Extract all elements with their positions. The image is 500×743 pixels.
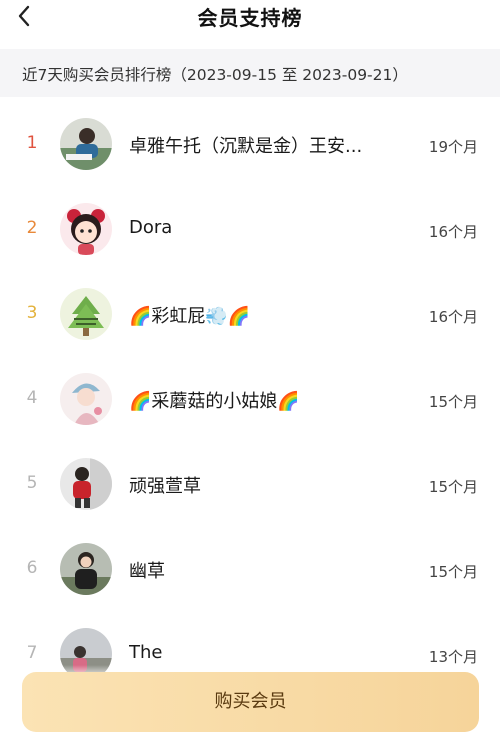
member-months: 15个月	[428, 563, 478, 581]
rank-number: 2	[26, 218, 38, 238]
member-months: 19个月	[428, 138, 478, 156]
member-name: 卓雅午托（沉默是金）王安...	[129, 136, 363, 157]
page-title: 会员支持榜	[197, 6, 303, 30]
illustrated-girl-avatar-image	[60, 373, 112, 425]
member-name: 幽草	[129, 561, 165, 582]
rank-number: 6	[26, 558, 38, 578]
avatar[interactable]	[60, 458, 112, 510]
child-photo-avatar-image	[60, 458, 112, 510]
avatar[interactable]	[60, 373, 112, 425]
ranking-row[interactable]: 5 顽强萱草 15个月	[0, 437, 500, 522]
rank-number: 5	[26, 473, 38, 493]
buy-membership-button[interactable]: 购买会员	[22, 672, 479, 732]
member-name: 🌈彩虹屁💨🌈	[129, 306, 251, 327]
child-photo-avatar-image	[60, 118, 112, 170]
member-name: 🌈采蘑菇的小姑娘🌈	[129, 391, 300, 412]
ranking-row[interactable]: 4 🌈采蘑菇的小姑娘🌈 15个月	[0, 352, 500, 437]
member-name: The	[129, 642, 163, 663]
avatar[interactable]	[60, 203, 112, 255]
member-months: 15个月	[428, 393, 478, 411]
member-months: 13个月	[428, 648, 478, 666]
ranking-row[interactable]: 2 Dora 16个月	[0, 182, 500, 267]
ranking-row[interactable]: 1 卓雅午托（沉默是金）王安... 19个月	[0, 97, 500, 182]
rank-number: 4	[26, 388, 38, 408]
member-name: Dora	[129, 217, 173, 238]
rank-number: 7	[26, 643, 38, 663]
ranking-row[interactable]: 6 幽草 15个月	[0, 522, 500, 607]
member-name: 顽强萱草	[129, 476, 201, 497]
date-range-text: 近7天购买会员排行榜（2023-09-15 至 2023-09-21）	[22, 66, 408, 84]
avatar[interactable]	[60, 543, 112, 595]
nav-bar: 会员支持榜	[0, 0, 500, 42]
bottom-action-bar: 购买会员	[0, 665, 500, 743]
ranking-list[interactable]: 1 卓雅午托（沉默是金）王安... 19个月 2 Dora 16个月 3 🌈彩虹…	[0, 97, 500, 677]
ranking-row[interactable]: 3 🌈彩虹屁💨🌈 16个月	[0, 267, 500, 352]
rank-number: 3	[26, 303, 38, 323]
avatar[interactable]	[60, 118, 112, 170]
member-months: 16个月	[428, 223, 478, 241]
child-photo-avatar-image	[60, 543, 112, 595]
rank-number: 1	[26, 133, 38, 153]
cartoon-girl-avatar-image	[60, 203, 112, 255]
member-months: 16个月	[428, 308, 478, 326]
member-months: 15个月	[428, 478, 478, 496]
date-range-bar: 近7天购买会员排行榜（2023-09-15 至 2023-09-21）	[0, 49, 500, 97]
avatar[interactable]	[60, 288, 112, 340]
green-tree-avatar-image	[60, 288, 112, 340]
